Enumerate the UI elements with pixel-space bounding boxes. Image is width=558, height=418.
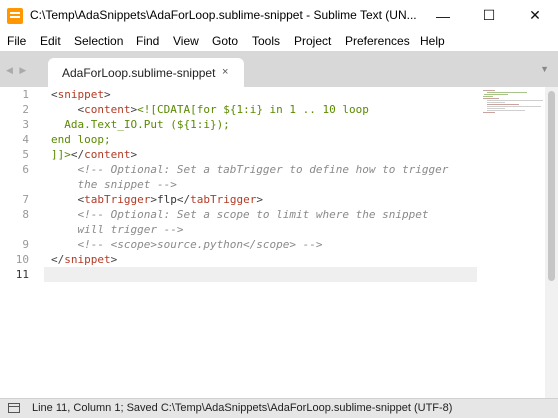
- code-line: <!-- <scope>source.python</scope> -->: [51, 237, 323, 252]
- code-token: Ada.Text_IO.Put (${1:i});: [51, 118, 230, 131]
- code-token: </: [176, 193, 191, 206]
- minimize-button[interactable]: —: [420, 0, 466, 31]
- code-token: <!-- <scope>source.python</scope> -->: [51, 238, 323, 251]
- tab-close-icon[interactable]: ×: [222, 66, 228, 78]
- line-number: 4: [22, 133, 29, 146]
- menu-view[interactable]: View: [173, 34, 199, 48]
- menu-preferences[interactable]: Preferences: [345, 34, 410, 48]
- code-line: <snippet>: [51, 87, 111, 102]
- minimap[interactable]: [481, 87, 545, 398]
- code-token: <!-- Optional: Set a tabTrigger to defin…: [51, 163, 449, 176]
- code-token: </: [70, 148, 85, 161]
- code-token: >: [130, 148, 138, 161]
- scrollbar-thumb[interactable]: [548, 91, 555, 281]
- code-line: Ada.Text_IO.Put (${1:i});: [51, 117, 230, 132]
- menu-file[interactable]: File: [7, 34, 26, 48]
- menu-find[interactable]: Find: [136, 34, 159, 48]
- code-line: ]]></content>: [51, 147, 137, 162]
- code-line: <!-- Optional: Set a tabTrigger to defin…: [51, 162, 448, 177]
- code-token: the snippet -->: [51, 178, 177, 191]
- line-number: 3: [22, 118, 29, 131]
- line-number: 8: [22, 208, 29, 221]
- code-token: >: [110, 253, 118, 266]
- line-number: 2: [22, 103, 29, 116]
- line-number: 7: [22, 193, 29, 206]
- tab-label: AdaForLoop.sublime-snippet: [62, 66, 216, 80]
- code-token: <!-- Optional: Set a scope to limit wher…: [51, 208, 429, 221]
- maximize-button[interactable]: ☐: [466, 0, 512, 31]
- line-number-current: 11: [15, 268, 29, 281]
- code-line: <content><![CDATA[for ${1:i} in 1 .. 10 …: [51, 102, 369, 117]
- status-text: Line 11, Column 1; Saved C:\Temp\AdaSnip…: [32, 402, 453, 414]
- title-bar: C:\Temp\AdaSnippets\AdaForLoop.sublime-s…: [0, 0, 558, 32]
- tab-nav-arrows-icon[interactable]: ◀ ▶: [6, 65, 28, 76]
- code-token: <: [51, 88, 58, 101]
- close-button[interactable]: ✕: [512, 0, 558, 31]
- code-token: <![CDATA[for ${1:i} in 1 .. 10 loop: [137, 103, 369, 116]
- code-token: end loop;: [51, 133, 111, 146]
- code-line: will trigger -->: [51, 222, 183, 237]
- menu-tools[interactable]: Tools: [252, 34, 280, 48]
- code-line: </snippet>: [51, 252, 117, 267]
- menu-goto[interactable]: Goto: [212, 34, 238, 48]
- show-panel-icon[interactable]: [8, 403, 20, 413]
- line-number: 9: [22, 238, 29, 251]
- sublime-text-app-icon[interactable]: [7, 8, 23, 24]
- current-line-highlight: [44, 267, 477, 282]
- menu-edit[interactable]: Edit: [40, 34, 61, 48]
- code-line: <!-- Optional: Set a scope to limit wher…: [51, 207, 429, 222]
- tab-adaforloop[interactable]: AdaForLoop.sublime-snippet ×: [48, 58, 244, 87]
- code-token: >: [103, 88, 111, 101]
- code-line: end loop;: [51, 132, 111, 147]
- code-token: will trigger -->: [51, 223, 184, 236]
- vertical-scrollbar[interactable]: [545, 87, 558, 398]
- line-number: 1: [22, 88, 29, 101]
- line-number: 10: [15, 253, 29, 266]
- editor-area[interactable]: 1 2 3 4 5 6 7 8 9 10 11 <snippet> <conte…: [0, 87, 558, 398]
- code-token: tabTrigger: [84, 193, 151, 206]
- code-token: >: [256, 193, 263, 206]
- code-line: <tabTrigger>flp</tabTrigger>: [51, 192, 263, 207]
- code-line: the snippet -->: [51, 177, 177, 192]
- code-token: ]]>: [51, 148, 71, 161]
- code-token: <: [51, 193, 85, 206]
- code-token: snippet: [64, 253, 111, 266]
- menu-help[interactable]: Help: [420, 34, 445, 48]
- code-token: >: [150, 193, 157, 206]
- code-token: </: [51, 253, 65, 266]
- menu-bar: File Edit Selection Find View Goto Tools…: [0, 31, 558, 51]
- tab-list-dropdown-icon[interactable]: ▼: [540, 64, 549, 74]
- menu-project[interactable]: Project: [294, 34, 331, 48]
- code-token: <: [51, 103, 85, 116]
- line-number: 6: [22, 163, 29, 176]
- line-number: 5: [22, 148, 29, 161]
- line-number-gutter: 1 2 3 4 5 6 7 8 9 10 11: [0, 87, 44, 398]
- code-token: snippet: [57, 88, 104, 101]
- window-title: C:\Temp\AdaSnippets\AdaForLoop.sublime-s…: [30, 8, 417, 22]
- code-token: content: [84, 148, 131, 161]
- code-token: tabTrigger: [190, 193, 257, 206]
- status-bar: Line 11, Column 1; Saved C:\Temp\AdaSnip…: [0, 398, 558, 418]
- code-token: flp: [156, 193, 177, 206]
- code-token: content: [84, 103, 131, 116]
- tab-bar: ◀ ▶ AdaForLoop.sublime-snippet × ▼: [0, 51, 558, 87]
- menu-selection[interactable]: Selection: [74, 34, 123, 48]
